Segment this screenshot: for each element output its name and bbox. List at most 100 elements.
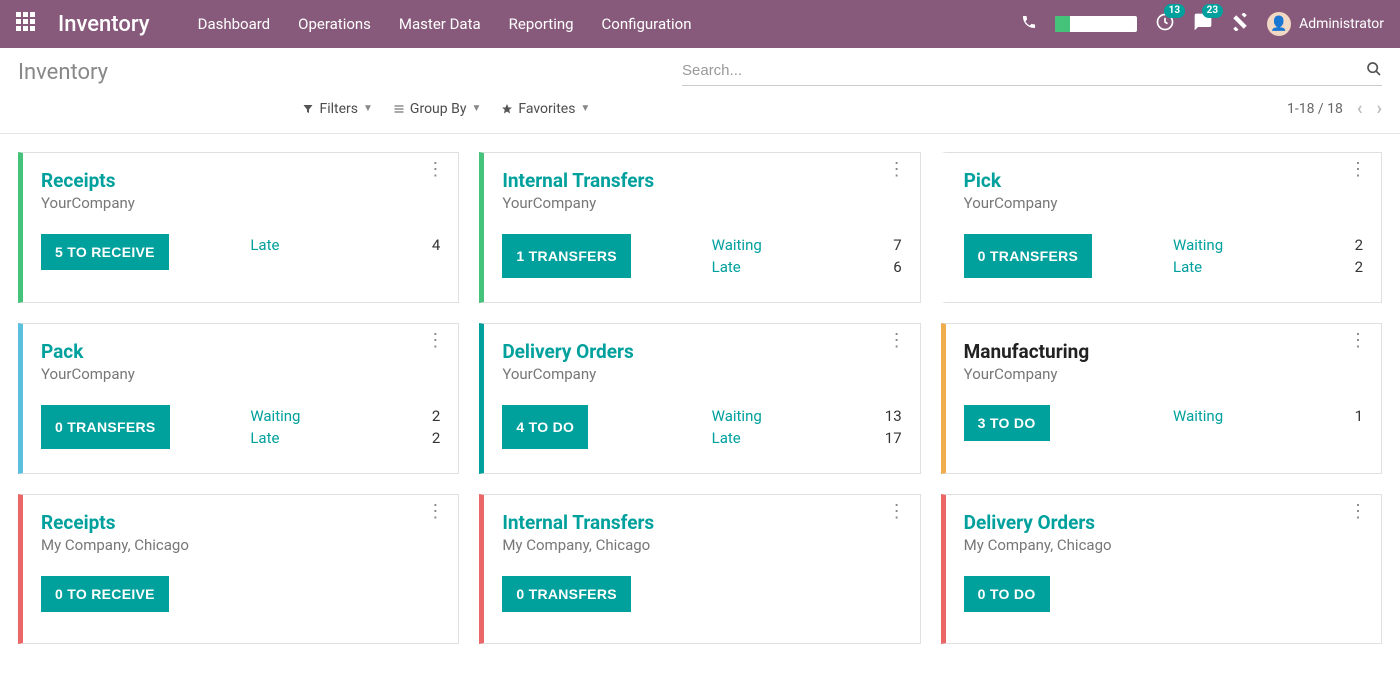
control-panel: Inventory Filters ▼ Group By ▼ Favorites xyxy=(0,48,1400,134)
avatar: 👤 xyxy=(1267,12,1291,36)
card-title[interactable]: Pick xyxy=(964,169,1363,192)
progress-indicator[interactable] xyxy=(1055,16,1137,32)
card-menu-icon[interactable]: ⋮ xyxy=(888,338,906,344)
card-menu-icon[interactable]: ⋮ xyxy=(426,167,444,173)
kanban-card: ⋮ Internal Transfers My Company, Chicago… xyxy=(479,494,920,644)
stat-row[interactable]: Waiting 2 xyxy=(1173,234,1363,256)
kanban-card: ⋮ Receipts YourCompany 5 TO RECEIVE Late… xyxy=(18,152,459,303)
tools-icon[interactable] xyxy=(1231,13,1249,35)
card-company: YourCompany xyxy=(502,194,901,212)
card-title[interactable]: Delivery Orders xyxy=(502,340,901,363)
kanban-card: ⋮ Internal Transfers YourCompany 1 TRANS… xyxy=(479,152,920,303)
main-menu: Dashboard Operations Master Data Reporti… xyxy=(198,15,692,33)
card-stats xyxy=(250,576,440,612)
menu-configuration[interactable]: Configuration xyxy=(602,15,692,33)
menu-dashboard[interactable]: Dashboard xyxy=(198,15,271,33)
menu-operations[interactable]: Operations xyxy=(298,15,371,33)
stat-label: Late xyxy=(250,236,279,254)
app-name: Inventory xyxy=(58,12,150,37)
messaging-icon[interactable]: 23 xyxy=(1193,12,1213,36)
stat-row[interactable]: Late 2 xyxy=(250,427,440,449)
pager-count[interactable]: 1-18 / 18 xyxy=(1287,101,1343,117)
search-bar[interactable] xyxy=(682,58,1382,86)
activity-badge: 13 xyxy=(1164,4,1185,18)
card-action-button[interactable]: 0 TRANSFERS xyxy=(41,405,170,449)
search-icon[interactable] xyxy=(1366,61,1382,81)
user-menu[interactable]: 👤 Administrator xyxy=(1267,12,1384,36)
card-action-button[interactable]: 0 TO RECEIVE xyxy=(41,576,169,612)
card-company: YourCompany xyxy=(964,194,1363,212)
funnel-icon xyxy=(302,103,314,115)
filters-button[interactable]: Filters ▼ xyxy=(302,101,372,117)
stat-label: Late xyxy=(1173,258,1202,276)
stat-row[interactable]: Waiting 2 xyxy=(250,405,440,427)
card-menu-icon[interactable]: ⋮ xyxy=(1349,509,1367,515)
stat-label: Late xyxy=(712,429,741,447)
stat-value: 2 xyxy=(1335,236,1363,254)
pager-next[interactable]: › xyxy=(1377,98,1382,119)
phone-icon[interactable] xyxy=(1021,14,1037,34)
card-stats: Waiting 13 Late 17 xyxy=(712,405,902,449)
menu-master-data[interactable]: Master Data xyxy=(399,15,481,33)
card-menu-icon[interactable]: ⋮ xyxy=(1349,167,1367,173)
card-stats xyxy=(712,576,902,612)
user-name: Administrator xyxy=(1299,16,1384,32)
card-action-button[interactable]: 0 TRANSFERS xyxy=(502,576,631,612)
card-menu-icon[interactable]: ⋮ xyxy=(426,338,444,344)
top-navbar: Inventory Dashboard Operations Master Da… xyxy=(0,0,1400,48)
pager-prev[interactable]: ‹ xyxy=(1357,98,1363,119)
stat-value: 7 xyxy=(874,236,902,254)
stat-value: 2 xyxy=(1335,258,1363,276)
card-title[interactable]: Manufacturing xyxy=(964,340,1363,363)
groupby-button[interactable]: Group By ▼ xyxy=(393,101,481,117)
card-action-button[interactable]: 1 TRANSFERS xyxy=(502,234,631,278)
stat-value: 4 xyxy=(412,236,440,254)
stat-row[interactable]: Late 6 xyxy=(712,256,902,278)
card-menu-icon[interactable]: ⋮ xyxy=(1349,338,1367,344)
stat-label: Waiting xyxy=(712,407,762,425)
messaging-badge: 23 xyxy=(1202,4,1223,18)
card-company: YourCompany xyxy=(41,365,440,383)
card-title[interactable]: Pack xyxy=(41,340,440,363)
card-action-button[interactable]: 0 TRANSFERS xyxy=(964,234,1093,278)
favorites-button[interactable]: Favorites ▼ xyxy=(501,101,590,117)
kanban-view: ⋮ Receipts YourCompany 5 TO RECEIVE Late… xyxy=(0,134,1400,662)
stat-label: Waiting xyxy=(250,407,300,425)
card-action-button[interactable]: 5 TO RECEIVE xyxy=(41,234,169,270)
card-menu-icon[interactable]: ⋮ xyxy=(888,509,906,515)
stat-label: Waiting xyxy=(1173,236,1223,254)
card-title[interactable]: Receipts xyxy=(41,511,440,534)
apps-menu-icon[interactable] xyxy=(16,12,40,36)
chevron-down-icon: ▼ xyxy=(471,103,481,114)
menu-reporting[interactable]: Reporting xyxy=(509,15,574,33)
stat-row[interactable]: Waiting 1 xyxy=(1173,405,1363,427)
stat-row[interactable]: Late 17 xyxy=(712,427,902,449)
stat-row[interactable]: Late 4 xyxy=(250,234,440,256)
stat-label: Waiting xyxy=(712,236,762,254)
card-stats: Waiting 2 Late 2 xyxy=(250,405,440,449)
stat-value: 2 xyxy=(412,429,440,447)
card-action-button[interactable]: 4 TO DO xyxy=(502,405,588,449)
card-menu-icon[interactable]: ⋮ xyxy=(888,167,906,173)
chevron-down-icon: ▼ xyxy=(363,103,373,114)
kanban-card: ⋮ Manufacturing YourCompany 3 TO DO Wait… xyxy=(941,323,1382,474)
card-stats: Waiting 2 Late 2 xyxy=(1173,234,1363,278)
card-title[interactable]: Receipts xyxy=(41,169,440,192)
stat-row[interactable]: Waiting 7 xyxy=(712,234,902,256)
kanban-card: ⋮ Pick YourCompany 0 TRANSFERS Waiting 2… xyxy=(941,152,1382,303)
card-company: YourCompany xyxy=(964,365,1363,383)
stat-row[interactable]: Waiting 13 xyxy=(712,405,902,427)
card-menu-icon[interactable]: ⋮ xyxy=(426,509,444,515)
stat-label: Late xyxy=(712,258,741,276)
card-company: YourCompany xyxy=(41,194,440,212)
kanban-card: ⋮ Delivery Orders YourCompany 4 TO DO Wa… xyxy=(479,323,920,474)
activity-icon[interactable]: 13 xyxy=(1155,12,1175,36)
stat-value: 6 xyxy=(874,258,902,276)
card-action-button[interactable]: 0 TO DO xyxy=(964,576,1050,612)
card-title[interactable]: Internal Transfers xyxy=(502,169,901,192)
stat-row[interactable]: Late 2 xyxy=(1173,256,1363,278)
card-action-button[interactable]: 3 TO DO xyxy=(964,405,1050,441)
search-input[interactable] xyxy=(682,58,1382,83)
card-title[interactable]: Internal Transfers xyxy=(502,511,901,534)
card-title[interactable]: Delivery Orders xyxy=(964,511,1363,534)
